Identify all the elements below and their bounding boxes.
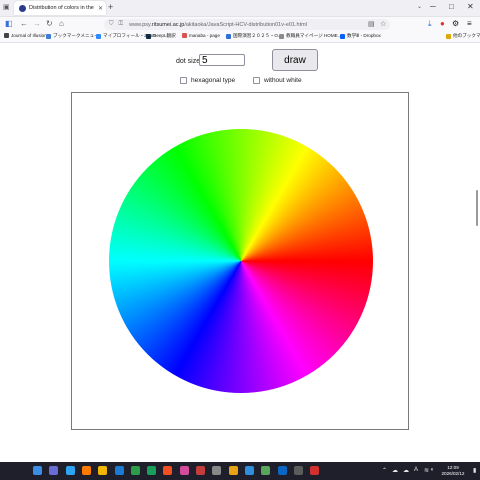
bookmark-item[interactable]: DeepL翻訳: [146, 33, 176, 39]
tab-list-icon[interactable]: ⌄: [417, 3, 422, 10]
nav-bar: ◧ ← → ↻ ⌂ ⛉ ⚿ www.psy.ritsumei.ac.jp/aki…: [0, 17, 480, 32]
bookmarks-bar: Journal of Illusion ブックマークメニュー マイプロフィール・Zo…: [0, 32, 480, 43]
taskbar-app-icon[interactable]: [196, 466, 205, 475]
taskbar-app-icon[interactable]: [81, 466, 91, 475]
minimize-icon[interactable]: ─: [430, 2, 436, 11]
without-white-option[interactable]: without white: [253, 77, 302, 84]
tab-overview-icon[interactable]: ▣: [3, 3, 10, 11]
bookmark-favicon-icon: [46, 33, 51, 39]
taskbar: ⌃ ☁ ☁ A ≋ ◖ 12:09 2026/02/12 ▮: [0, 462, 480, 480]
bookmark-label: manaba - page: [189, 33, 220, 38]
taskbar-app-icon[interactable]: [98, 466, 108, 475]
address-bar[interactable]: ⛉ ⚿ www.psy.ritsumei.ac.jp/akitaoka/Java…: [104, 19, 390, 30]
hexagonal-type-label: hexagonal type: [191, 77, 236, 84]
bookmark-favicon-icon: [146, 33, 151, 39]
start-menu-icon[interactable]: [33, 466, 42, 475]
tab-title: Distribution of colors in the HCV space: [29, 5, 95, 11]
new-tab-icon[interactable]: +: [108, 2, 113, 12]
taskbar-app-icon[interactable]: [179, 466, 189, 475]
taskbar-app-icon[interactable]: [114, 466, 124, 475]
dot-size-label: dot size: [176, 58, 201, 65]
cloud-alt-icon[interactable]: ☁: [403, 467, 409, 474]
taskbar-app-icon[interactable]: [310, 466, 320, 475]
tab-bar: ▣ Distribution of colors in the HCV spac…: [0, 0, 480, 17]
taskbar-app-icon[interactable]: [244, 466, 254, 475]
bookmark-label: 他のブックマーク: [453, 33, 480, 38]
sidebar-toggle-icon[interactable]: ◧: [5, 19, 13, 28]
taskbar-app-icon[interactable]: [212, 466, 222, 475]
downloads-icon[interactable]: ⤓: [428, 19, 432, 29]
page-scrollbar[interactable]: [476, 190, 478, 226]
draw-button[interactable]: draw: [272, 49, 318, 71]
system-clock[interactable]: 12:09 2026/02/12: [436, 465, 470, 477]
notification-icon[interactable]: ▮: [473, 467, 476, 474]
bookmark-favicon-icon: [4, 33, 9, 38]
site-favicon-icon: [19, 4, 26, 12]
bookmark-star-icon[interactable]: ☆: [380, 20, 386, 28]
bookmark-item[interactable]: manaba - page: [182, 33, 220, 38]
clock-date: 2026/02/12: [441, 471, 465, 476]
lock-icon[interactable]: ⚿: [119, 21, 124, 28]
tray-chevron-icon[interactable]: ⌃: [382, 467, 387, 474]
forward-icon[interactable]: →: [33, 19, 41, 28]
hue-color-wheel: [109, 129, 373, 393]
account-icon[interactable]: ●: [440, 19, 445, 28]
shield-icon[interactable]: ⛉: [109, 21, 114, 28]
bookmark-item[interactable]: 国際演習２０２５・O...: [226, 33, 282, 39]
dot-size-input[interactable]: [199, 54, 245, 66]
bookmark-favicon-icon: [226, 33, 231, 39]
without-white-checkbox[interactable]: [253, 77, 260, 84]
browser-tab[interactable]: Distribution of colors in the HCV space …: [14, 1, 106, 15]
taskbar-app-icon[interactable]: [130, 466, 140, 475]
taskbar-app-icon[interactable]: [65, 466, 75, 475]
without-white-label: without white: [264, 77, 302, 84]
bookmark-label: ブックマークメニュー: [53, 33, 99, 38]
bookmark-label: DeepL翻訳: [153, 33, 176, 38]
bookmark-favicon-icon: [446, 33, 451, 39]
drawing-canvas[interactable]: [71, 92, 409, 430]
hexagonal-type-checkbox[interactable]: [180, 77, 187, 84]
bookmark-label: Journal of Illusion: [11, 33, 47, 38]
bookmark-label: 国際演習２０２５・O...: [233, 33, 282, 38]
bookmark-item[interactable]: 数学Ⅲ - Dropbox: [340, 33, 381, 39]
taskbar-app-icon[interactable]: [228, 466, 238, 475]
taskbar-app-icon[interactable]: [49, 466, 59, 475]
bookmark-item[interactable]: 教職員マイページ HOME...: [279, 33, 342, 39]
bookmark-favicon-icon: [182, 33, 187, 38]
bookmark-favicon-icon: [96, 33, 101, 39]
extensions-icon[interactable]: ⚙: [452, 19, 459, 28]
bookmark-item[interactable]: 他のブックマーク: [446, 33, 480, 39]
bookmark-item[interactable]: Journal of Illusion: [4, 33, 47, 38]
taskbar-app-icon[interactable]: [163, 466, 173, 475]
input-language-icon[interactable]: A: [414, 467, 418, 473]
bookmark-label: 教職員マイページ HOME...: [286, 33, 342, 38]
taskbar-app-icon[interactable]: [261, 466, 271, 475]
taskbar-app-icon[interactable]: [277, 466, 287, 475]
taskbar-app-icon[interactable]: [147, 466, 157, 475]
url-text[interactable]: www.psy.ritsumei.ac.jp/akitaoka/JavaScri…: [129, 22, 307, 28]
close-tab-icon[interactable]: ✕: [95, 5, 106, 12]
bookmark-label: 数学Ⅲ - Dropbox: [347, 33, 381, 38]
reload-icon[interactable]: ↻: [46, 19, 53, 28]
wifi-icon[interactable]: ≋: [424, 467, 429, 474]
bookmark-item[interactable]: ブックマークメニュー: [46, 33, 99, 39]
volume-icon[interactable]: ◖: [430, 467, 434, 473]
cloud-icon[interactable]: ☁: [392, 467, 398, 474]
reader-view-icon[interactable]: ▤: [368, 20, 375, 28]
taskbar-app-icon[interactable]: [293, 466, 303, 475]
close-window-icon[interactable]: ✕: [467, 2, 474, 11]
bookmark-favicon-icon: [279, 33, 284, 39]
menu-icon[interactable]: ≡: [467, 19, 472, 28]
hexagonal-type-option[interactable]: hexagonal type: [180, 77, 235, 84]
maximize-icon[interactable]: □: [449, 2, 454, 11]
home-icon[interactable]: ⌂: [59, 19, 64, 28]
bookmark-favicon-icon: [340, 33, 345, 39]
back-icon[interactable]: ←: [20, 19, 28, 28]
